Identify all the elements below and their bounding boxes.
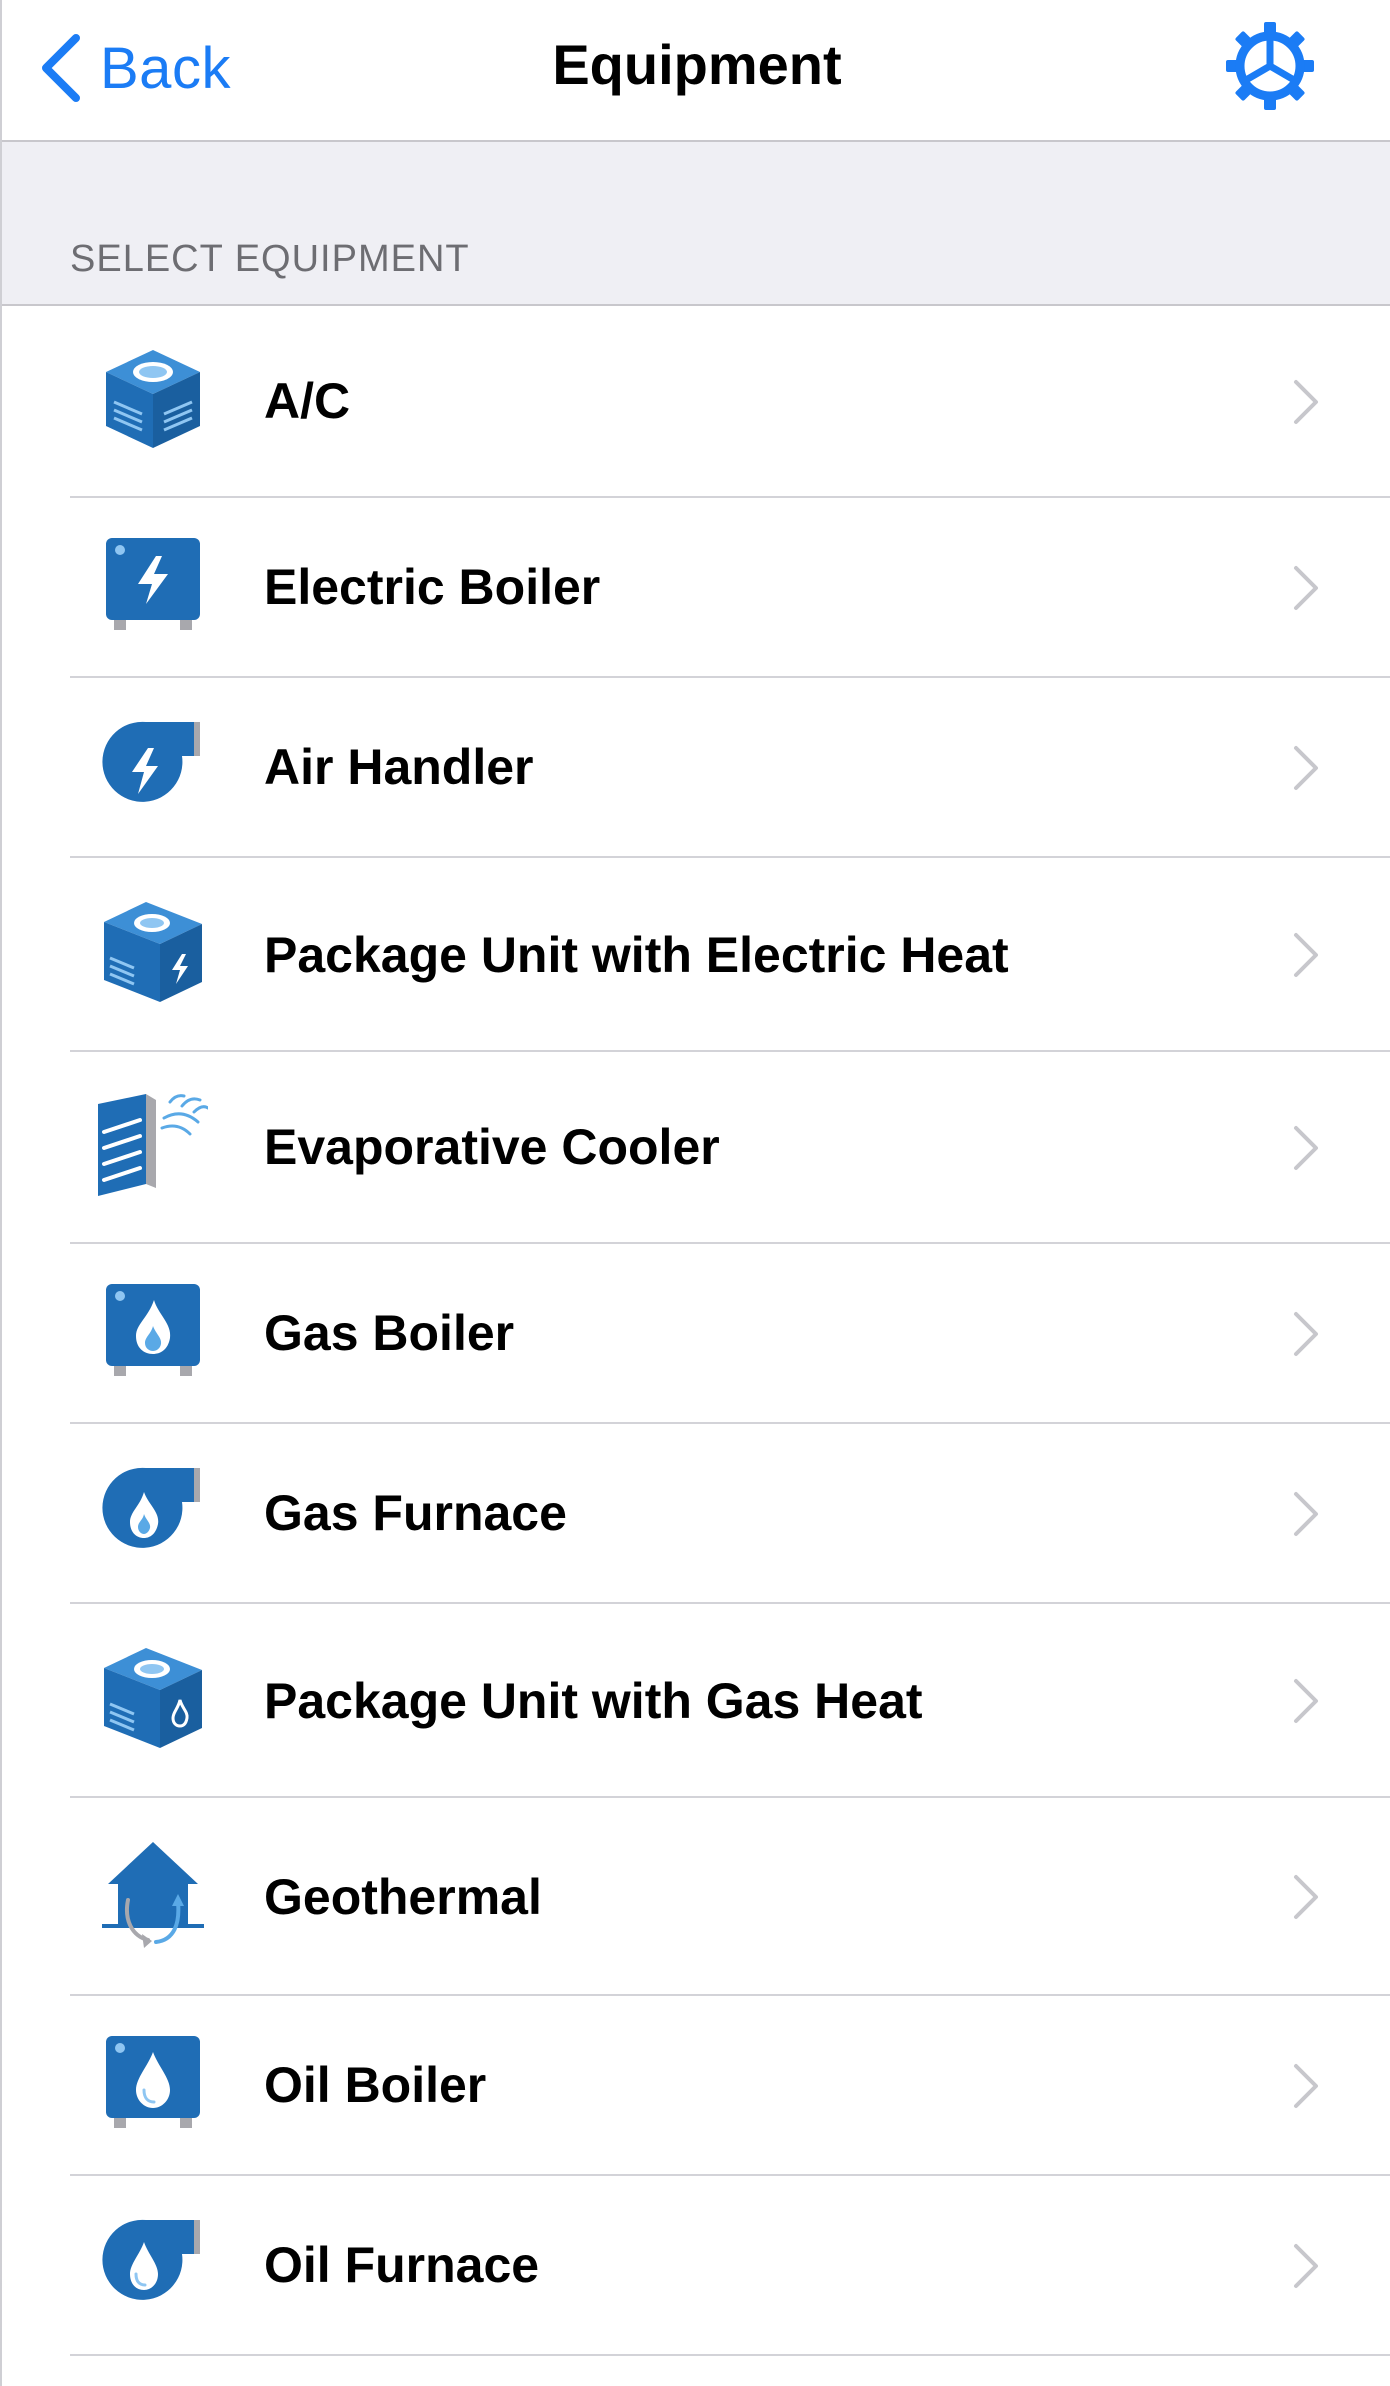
list-item-label: Oil Furnace: [264, 2237, 540, 2293]
page-title: Equipment: [552, 33, 842, 96]
oil-boiler-icon: [106, 2036, 200, 2128]
chevron-right-icon: [1294, 1679, 1318, 1723]
list-item-evaporative-cooler[interactable]: Evaporative Cooler: [2, 1052, 1390, 1244]
list-item-electric-boiler[interactable]: Electric Boiler: [2, 498, 1390, 678]
gas-furnace-icon: [102, 1467, 200, 1548]
section-header-label: SELECT EQUIPMENT: [70, 238, 470, 280]
gas-boiler-icon: [106, 1284, 200, 1376]
list-item-label: Evaporative Cooler: [264, 1119, 720, 1175]
list-item-label: Package Unit with Gas Heat: [264, 1673, 923, 1729]
row-separator: [70, 2354, 1390, 2356]
equipment-list: A/C Electric Boiler Air Handler Package …: [2, 306, 1390, 2356]
section-header: SELECT EQUIPMENT: [2, 142, 1390, 306]
list-item-label: A/C: [264, 373, 351, 429]
list-item-geothermal[interactable]: Geothermal: [2, 1798, 1390, 1996]
air-handler-icon: [102, 721, 200, 802]
chevron-right-icon: [1294, 933, 1318, 977]
chevron-right-icon: [1294, 566, 1318, 610]
list-item-package-unit-electric[interactable]: Package Unit with Electric Heat: [2, 858, 1390, 1052]
geothermal-icon: [102, 1842, 204, 1948]
chevron-right-icon: [1294, 1492, 1318, 1536]
list-item-oil-boiler[interactable]: Oil Boiler: [2, 1996, 1390, 2176]
list-item-label: Electric Boiler: [264, 559, 601, 615]
ac-unit-icon: [106, 350, 200, 448]
oil-furnace-icon: [102, 2219, 200, 2300]
chevron-right-icon: [1294, 746, 1318, 790]
list-item-label: Geothermal: [264, 1869, 542, 1925]
list-item-label: Gas Boiler: [264, 1305, 515, 1361]
list-item-air-handler[interactable]: Air Handler: [2, 678, 1390, 858]
chevron-right-icon: [1294, 1875, 1318, 1919]
list-item-label: Oil Boiler: [264, 2057, 487, 2113]
chevron-right-icon: [1294, 2064, 1318, 2108]
settings-button[interactable]: [1224, 20, 1316, 112]
chevron-right-icon: [1294, 1312, 1318, 1356]
package-unit-electric-icon: [104, 902, 202, 1002]
list-item-label: Package Unit with Electric Heat: [264, 927, 1009, 983]
list-item-label: Gas Furnace: [264, 1485, 567, 1541]
chevron-right-icon: [1294, 2244, 1318, 2288]
gear-icon: [1226, 22, 1314, 110]
package-unit-gas-icon: [104, 1648, 202, 1748]
list-item-label: Air Handler: [264, 739, 534, 795]
list-item-ac[interactable]: A/C: [2, 306, 1390, 498]
navigation-bar: Back Equipment: [2, 0, 1390, 142]
list-item-gas-furnace[interactable]: Gas Furnace: [2, 1424, 1390, 1604]
list-item-package-unit-gas[interactable]: Package Unit with Gas Heat: [2, 1604, 1390, 1798]
chevron-right-icon: [1294, 1126, 1318, 1170]
electric-boiler-icon: [106, 538, 200, 630]
list-item-gas-boiler[interactable]: Gas Boiler: [2, 1244, 1390, 1424]
chevron-right-icon: [1294, 380, 1318, 424]
evaporative-cooler-icon: [98, 1094, 208, 1196]
list-item-oil-furnace[interactable]: Oil Furnace: [2, 2176, 1390, 2356]
equipment-screen: Back Equipment SELECT EQUIPMENT A/C Elec…: [0, 0, 1390, 2386]
